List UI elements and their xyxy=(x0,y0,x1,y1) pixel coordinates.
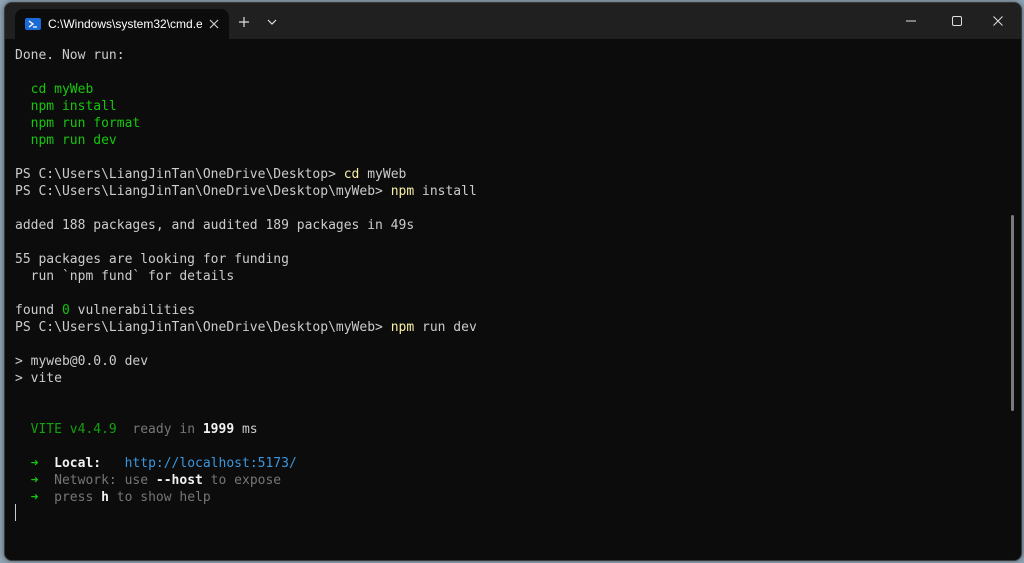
tab-title: C:\Windows\system32\cmd.e xyxy=(48,17,202,31)
prompt-line: PS C:\Users\LiangJinTan\OneDrive\Desktop… xyxy=(15,319,477,336)
title-bar: C:\Windows\system32\cmd.e xyxy=(5,3,1021,39)
text-cursor xyxy=(15,504,16,521)
output-line: 55 packages are looking for funding xyxy=(15,252,289,267)
close-icon[interactable] xyxy=(975,3,1021,39)
output-line: > vite xyxy=(15,371,62,386)
command: npm xyxy=(390,320,415,335)
command-args: install xyxy=(414,184,477,199)
prompt-line: PS C:\Users\LiangJinTan\OneDrive\Desktop… xyxy=(15,166,406,183)
help-key: h xyxy=(101,490,109,505)
text: to expose xyxy=(202,473,282,488)
close-icon[interactable] xyxy=(205,15,223,33)
output-line: run `npm fund` for details xyxy=(15,269,235,284)
host-flag: --host xyxy=(155,473,203,488)
maximize-icon[interactable] xyxy=(934,3,980,39)
vite-banner: VITE v4.4.9 ready in 1999 ms xyxy=(15,421,258,438)
output-line: npm install xyxy=(15,99,117,114)
local-url-link[interactable]: http://localhost:5173/ xyxy=(101,456,297,471)
local-url-line: ➜ Local: http://localhost:5173/ xyxy=(15,455,297,472)
output-line: cd myWeb xyxy=(15,82,94,97)
output-line: > myweb@0.0.0 dev xyxy=(15,354,149,369)
command: cd xyxy=(343,167,360,182)
command-args: myWeb xyxy=(359,167,407,182)
vite-version: VITE v4.4.9 xyxy=(15,422,117,437)
text: found xyxy=(15,303,62,318)
prompt-line: PS C:\Users\LiangJinTan\OneDrive\Desktop… xyxy=(15,183,477,200)
vulnerability-count: 0 xyxy=(61,303,70,318)
text: press xyxy=(38,490,102,505)
arrow-icon: ➜ xyxy=(15,456,39,471)
chevron-down-icon[interactable] xyxy=(261,11,283,33)
text: ready in xyxy=(116,422,203,437)
prompt: PS C:\Users\LiangJinTan\OneDrive\Desktop… xyxy=(15,184,391,199)
minimize-icon[interactable] xyxy=(888,3,934,39)
command-args: run dev xyxy=(414,320,477,335)
output-line: found 0 vulnerabilities xyxy=(15,302,195,319)
text: Network: use xyxy=(38,473,156,488)
powershell-icon xyxy=(25,18,41,30)
ready-time: 1999 xyxy=(202,422,235,437)
arrow-icon: ➜ xyxy=(15,490,39,505)
text: ms xyxy=(234,422,258,437)
output-line: Done. Now run: xyxy=(15,48,125,63)
terminal-window: C:\Windows\system32\cmd.e Done. Now run:… xyxy=(4,2,1022,561)
help-line: ➜ press h to show help xyxy=(15,489,211,506)
text: to show help xyxy=(108,490,211,505)
arrow-icon: ➜ xyxy=(15,473,39,488)
prompt: PS C:\Users\LiangJinTan\OneDrive\Desktop… xyxy=(15,167,344,182)
output-line: npm run dev xyxy=(15,133,117,148)
terminal-output[interactable]: Done. Now run: cd myWeb npm install npm … xyxy=(5,39,1005,560)
local-label: Local: xyxy=(38,456,102,471)
text: vulnerabilities xyxy=(69,303,196,318)
scrollbar[interactable] xyxy=(1011,215,1014,411)
output-line: npm run format xyxy=(15,116,141,131)
network-line: ➜ Network: use --host to expose xyxy=(15,472,282,489)
output-line: added 188 packages, and audited 189 pack… xyxy=(15,218,415,233)
prompt: PS C:\Users\LiangJinTan\OneDrive\Desktop… xyxy=(15,320,391,335)
command: npm xyxy=(390,184,415,199)
plus-icon[interactable] xyxy=(233,11,255,33)
tab-cmd[interactable]: C:\Windows\system32\cmd.e xyxy=(15,9,229,39)
